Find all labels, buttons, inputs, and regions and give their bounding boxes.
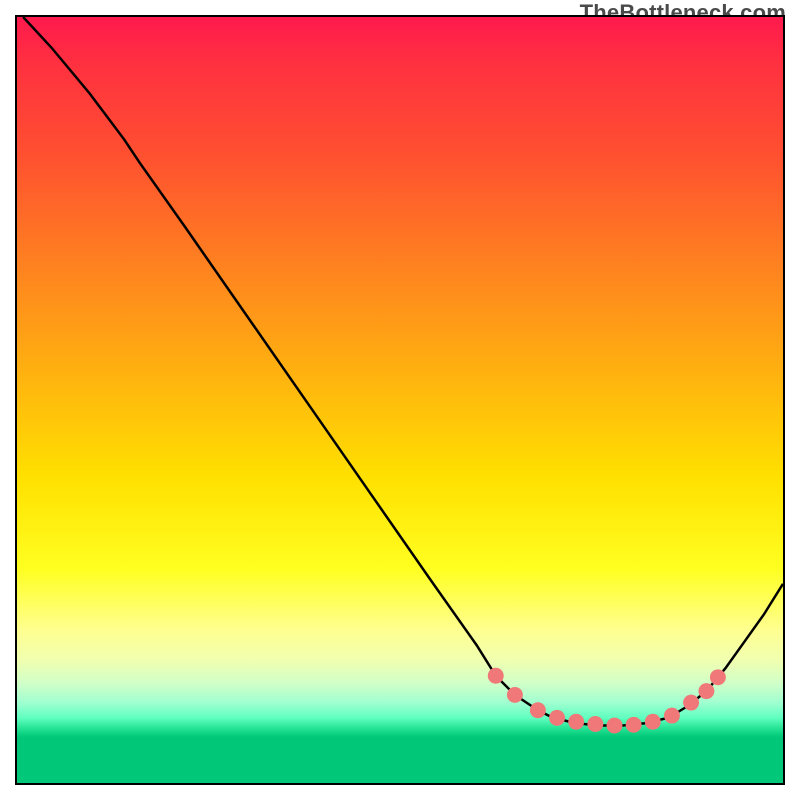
data-point [683,695,699,711]
data-point [507,687,523,703]
plot-area [15,15,785,785]
data-point [587,716,603,732]
data-point [698,683,714,699]
data-point [710,669,726,685]
data-point [549,710,565,726]
data-point [568,714,584,730]
data-point [530,702,546,718]
curve-path [23,17,783,726]
data-point [626,717,642,733]
data-point [664,708,680,724]
chart-svg [17,17,783,783]
data-point [607,718,623,734]
data-point [645,714,661,730]
chart-container: TheBottleneck.com [0,0,800,800]
data-point [488,668,504,684]
